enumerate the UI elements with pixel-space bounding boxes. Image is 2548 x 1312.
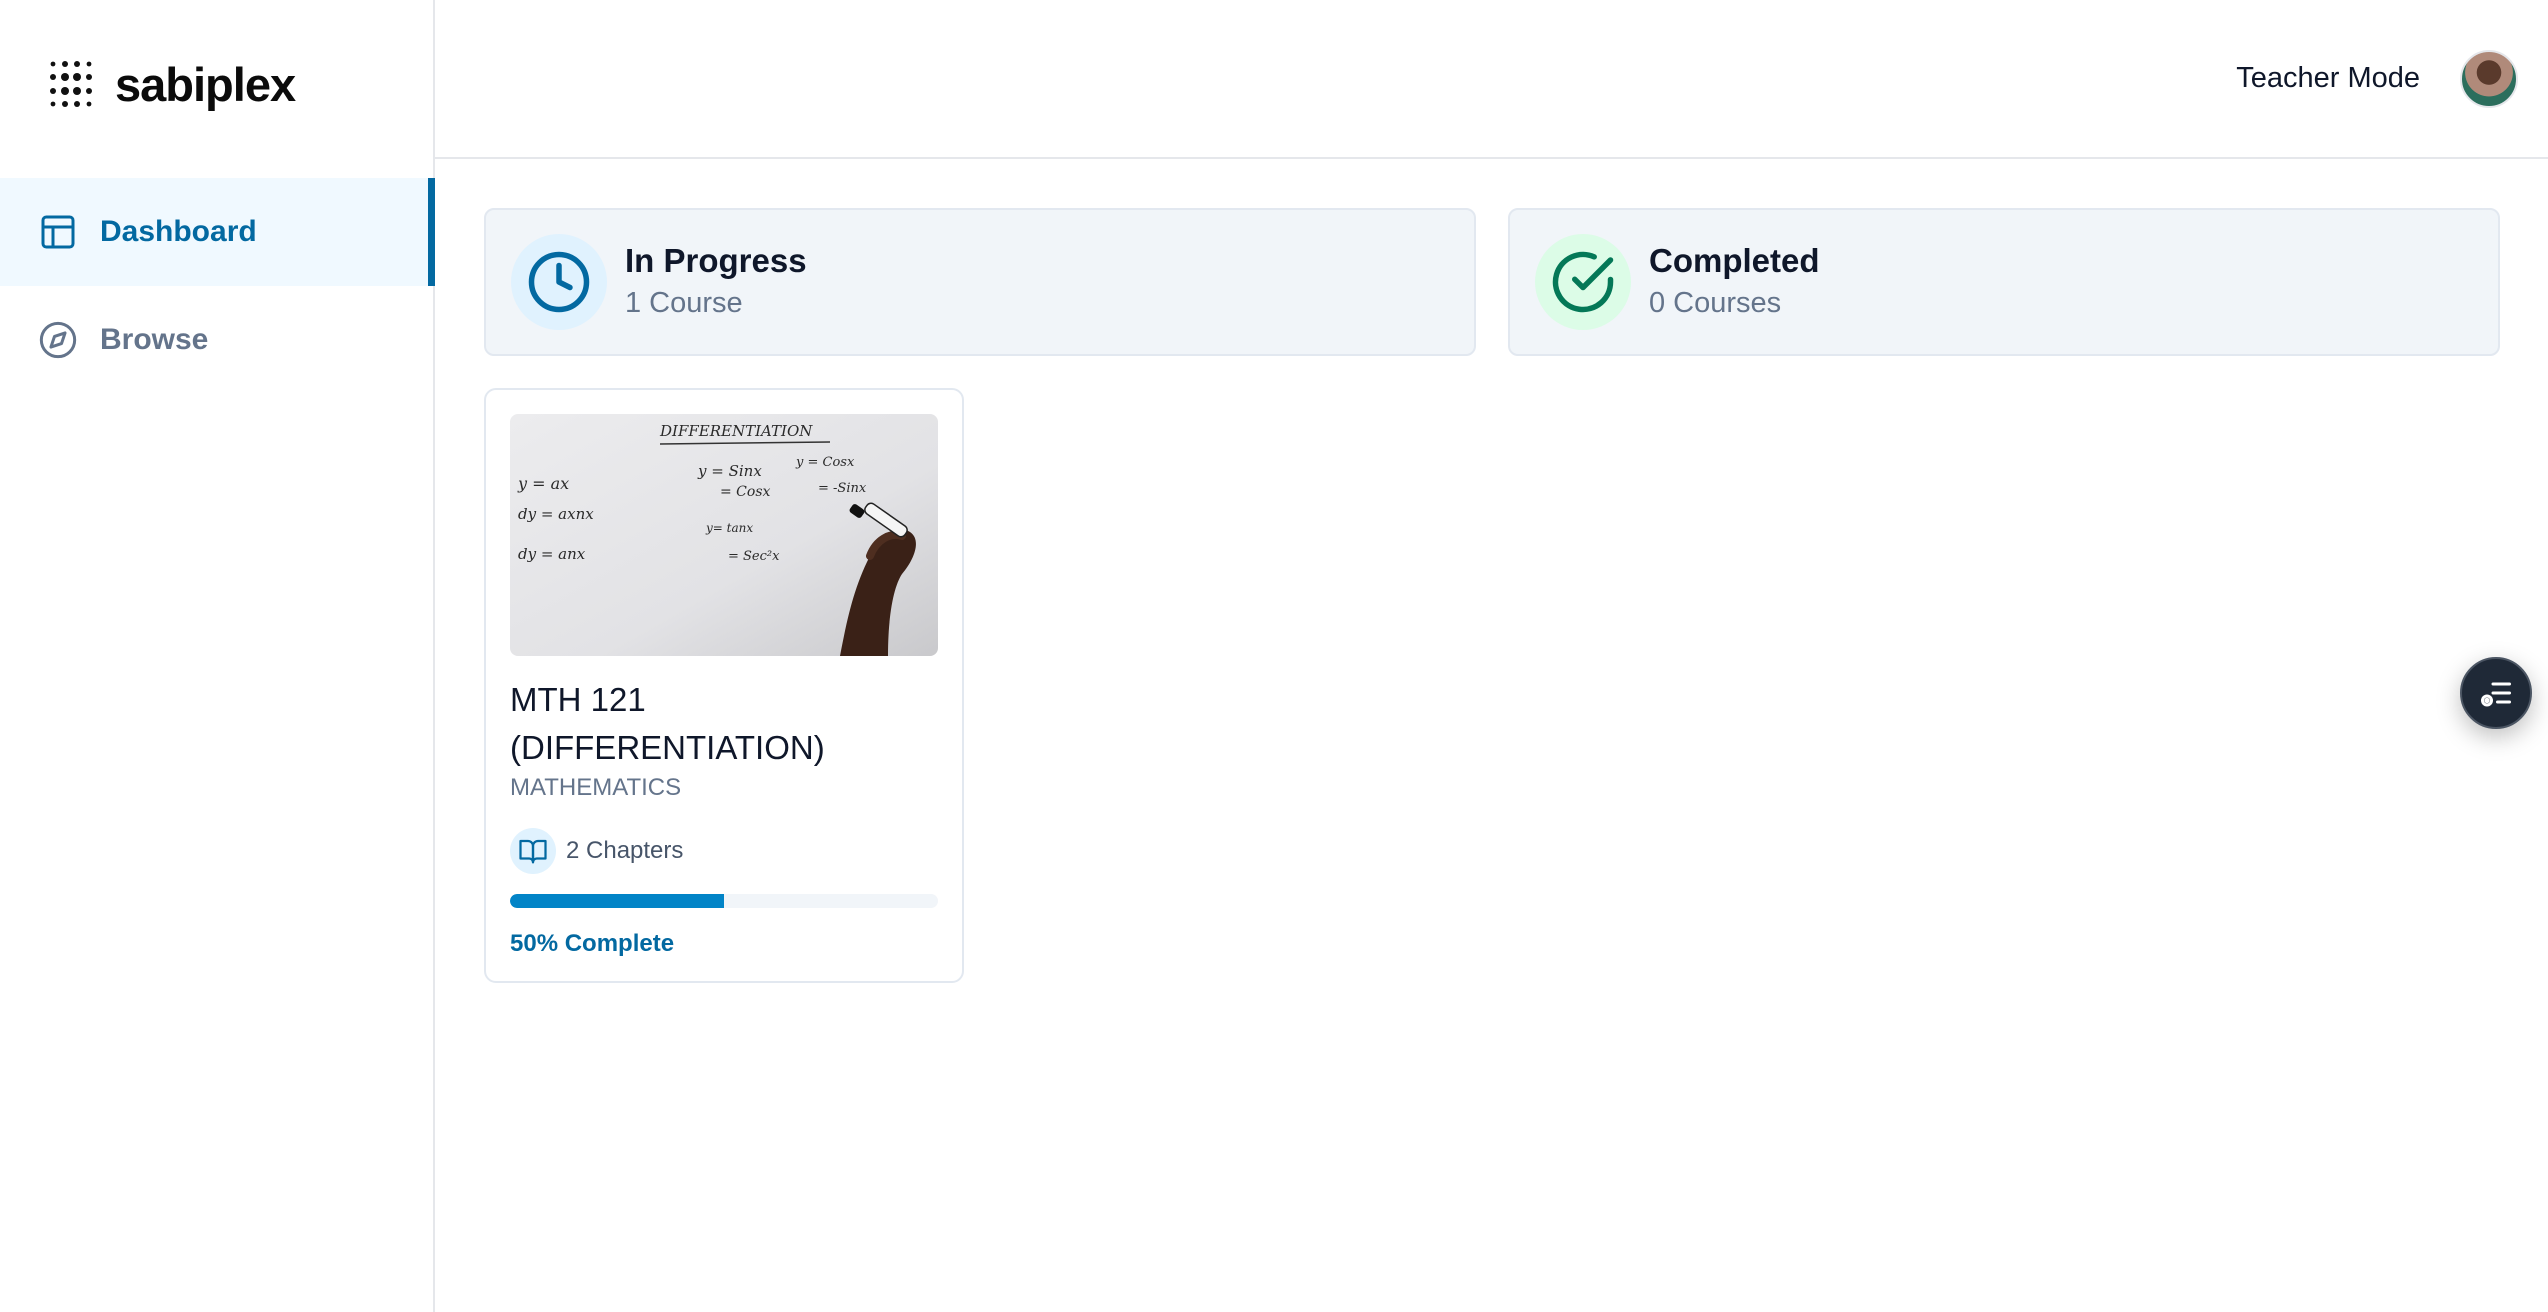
stat-count: 1 Course [625, 287, 743, 320]
teacher-mode-button[interactable]: Teacher Mode [2236, 62, 2420, 95]
thumb-equation: = -Sinx [818, 481, 867, 496]
app-root: sabiplex Dashboard Browse Teacher Mode I… [0, 0, 2548, 1312]
stat-text: Completed 0 Courses [1649, 240, 1820, 323]
thumb-equation: y = ax [517, 474, 569, 493]
checklist-icon [2481, 682, 2511, 707]
thumb-equation: y = Sinx [697, 462, 762, 480]
layout-icon [41, 215, 75, 249]
thumb-equation: y = Cosx [795, 455, 855, 470]
stat-icon-container [1535, 234, 1631, 330]
thumb-equation: = Sec²x [728, 549, 780, 564]
brand-name: sabiplex [115, 57, 296, 111]
floating-action-button[interactable] [2460, 657, 2532, 729]
thumb-equation: = Cosx [720, 484, 771, 500]
dots-grid-logo-icon [50, 61, 92, 107]
completed-card: Completed 0 Courses [1508, 208, 2500, 356]
sidebar-item-label: Browse [100, 323, 209, 356]
chapter-count: 2 Chapters [510, 828, 938, 874]
book-open-icon [519, 839, 547, 864]
chapter-count-label: 2 Chapters [566, 837, 684, 864]
stat-title: In Progress [625, 242, 807, 280]
stat-icon-container [511, 234, 607, 330]
thumb-equation: dy = axnx [518, 505, 594, 523]
sidebar-item-browse[interactable]: Browse [0, 286, 435, 394]
sidebar-nav: Dashboard Browse [0, 178, 435, 394]
check-circle-icon [1552, 251, 1614, 313]
thumb-equation: dy = anx [518, 545, 586, 563]
thumb-heading: DIFFERENTIATION [659, 422, 813, 440]
course-thumbnail: DIFFERENTIATION y = ax dy = axnx dy = an… [510, 414, 938, 656]
sidebar-item-dashboard[interactable]: Dashboard [0, 178, 435, 286]
progress-bar-fill [510, 894, 724, 908]
sidebar-item-label: Dashboard [100, 215, 257, 248]
course-card[interactable]: DIFFERENTIATION y = ax dy = axnx dy = an… [484, 388, 964, 983]
progress-label: 50% Complete [510, 930, 675, 957]
stat-title: Completed [1649, 242, 1820, 280]
thumb-equation: y= tanx [705, 521, 753, 535]
compass-icon [39, 321, 77, 359]
stat-count: 0 Courses [1649, 287, 1782, 320]
course-title[interactable]: MTH 121 (DIFFERENTIATION) [510, 676, 938, 772]
top-header: Teacher Mode [435, 0, 2548, 159]
course-category: MATHEMATICS [510, 774, 682, 801]
in-progress-card: In Progress 1 Course [484, 208, 1476, 356]
clock-icon [528, 251, 590, 313]
book-icon-container [510, 828, 556, 874]
brand-logo[interactable]: sabiplex [49, 57, 296, 111]
progress-bar [510, 894, 938, 908]
stat-text: In Progress 1 Course [625, 240, 807, 323]
sidebar: sabiplex Dashboard Browse [0, 0, 435, 1312]
avatar[interactable] [2460, 50, 2518, 108]
